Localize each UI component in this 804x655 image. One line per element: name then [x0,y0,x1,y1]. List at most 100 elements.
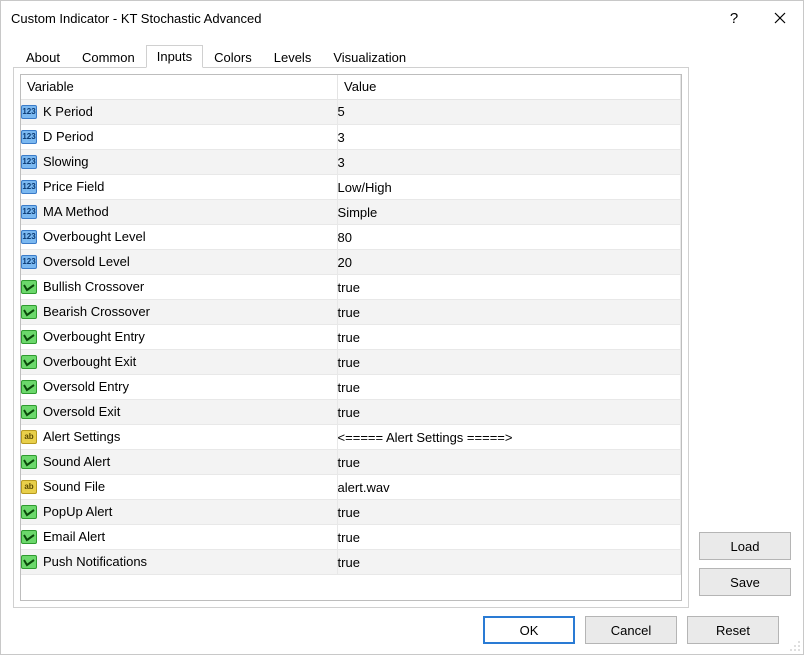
variable-name: Oversold Exit [43,404,120,419]
value-cell[interactable]: true [338,325,681,350]
table-row[interactable]: PopUp Alert true [21,500,681,525]
numeric-type-icon: 123 [21,180,37,194]
resize-grip-icon [787,638,801,652]
variable-cell[interactable]: Sound Alert [21,450,338,475]
value-cell[interactable]: true [338,400,681,425]
table-row[interactable]: Oversold Entry true [21,375,681,400]
variable-cell[interactable]: Email Alert [21,525,338,550]
tab-common[interactable]: Common [71,46,146,68]
reset-button[interactable]: Reset [687,616,779,644]
table-row[interactable]: Bullish Crossovertrue [21,275,681,300]
value-cell[interactable]: true [338,525,681,550]
ok-button[interactable]: OK [483,616,575,644]
numeric-type-icon: 123 [21,205,37,219]
value-cell[interactable]: <===== Alert Settings =====> [338,425,681,450]
value-cell[interactable]: 5 [338,99,681,125]
inputs-panel: Variable Value 123K Period5123D Period31… [13,67,689,608]
help-button[interactable]: ? [711,1,757,35]
client-area: AboutCommonInputsColorsLevelsVisualizati… [1,35,803,654]
value-cell[interactable]: 3 [338,125,681,150]
close-button[interactable] [757,1,803,35]
variable-cell[interactable]: 123D Period [21,125,338,150]
table-row[interactable]: 123Price FieldLow/High [21,175,681,200]
col-header-value[interactable]: Value [338,75,681,99]
variable-name: Slowing [43,154,89,169]
variable-cell[interactable]: 123Price Field [21,175,338,200]
value-cell[interactable]: alert.wav [338,475,681,500]
value-cell[interactable]: true [338,375,681,400]
resize-grip[interactable] [787,638,801,652]
value-cell[interactable]: Low/High [338,175,681,200]
variable-name: PopUp Alert [43,504,112,519]
variable-cell[interactable]: 123 MA Method [21,200,338,225]
variable-cell[interactable]: 123K Period [21,100,338,125]
value-cell[interactable]: 3 [338,150,681,175]
table-row[interactable]: Oversold Exit true [21,400,681,425]
variable-name: Oversold Level [43,254,130,269]
variable-name: Overbought Entry [43,329,145,344]
load-button[interactable]: Load [699,532,791,560]
table-row[interactable]: Email Alerttrue [21,525,681,550]
variable-name: Oversold Entry [43,379,129,394]
variable-cell[interactable]: 123 Overbought Level [21,225,338,250]
value-cell[interactable]: 80 [338,225,681,250]
variable-name: Sound Alert [43,454,110,469]
footer-buttons: OK Cancel Reset [13,608,791,644]
boolean-type-icon [21,530,37,544]
variable-cell[interactable]: Bullish Crossover [21,275,338,300]
tab-colors[interactable]: Colors [203,46,263,68]
tab-about[interactable]: About [15,46,71,68]
close-icon [774,12,786,24]
variable-name: D Period [43,129,94,144]
numeric-type-icon: 123 [21,230,37,244]
variable-name: MA Method [43,204,109,219]
col-header-variable[interactable]: Variable [21,75,338,99]
table-row[interactable]: abAlert Settings<===== Alert Settings ==… [21,425,681,450]
value-cell[interactable]: 20 [338,250,681,275]
cancel-button[interactable]: Cancel [585,616,677,644]
table-row[interactable]: Sound Alert true [21,450,681,475]
tab-inputs[interactable]: Inputs [146,45,203,68]
variable-cell[interactable]: abSound File [21,475,338,500]
inputs-grid[interactable]: Variable Value 123K Period5123D Period31… [20,74,682,601]
variable-cell[interactable]: 123Oversold Level [21,250,338,275]
variable-cell[interactable]: Overbought Exit [21,350,338,375]
table-row[interactable]: 123Oversold Level20 [21,250,681,275]
tabpanel-row: Variable Value 123K Period5123D Period31… [13,67,791,608]
table-row[interactable]: Overbought Exittrue [21,350,681,375]
value-cell[interactable]: true [338,450,681,475]
dialog-window: Custom Indicator - KT Stochastic Advance… [0,0,804,655]
table-row[interactable]: abSound Filealert.wav [21,475,681,500]
value-cell[interactable]: Simple [338,200,681,225]
tab-visualization[interactable]: Visualization [322,46,417,68]
variable-cell[interactable]: Push Notifications [21,550,338,575]
value-cell[interactable]: true [338,500,681,525]
variable-name: Overbought Level [43,229,146,244]
variable-cell[interactable]: Oversold Exit [21,400,338,425]
table-row[interactable]: 123K Period5 [21,99,681,125]
variable-cell[interactable]: 123Slowing [21,150,338,175]
table-row[interactable]: 123Slowing3 [21,150,681,175]
table-row[interactable]: 123 Overbought Level 80 [21,225,681,250]
boolean-type-icon [21,355,37,369]
table-row[interactable]: Bearish Crossovertrue [21,300,681,325]
boolean-type-icon [21,505,37,519]
tab-levels[interactable]: Levels [263,46,323,68]
table-row[interactable]: 123 MA Method Simple [21,200,681,225]
value-cell[interactable]: true [338,550,681,575]
value-cell[interactable]: true [338,300,681,325]
variable-cell[interactable]: Overbought Entry [21,325,338,350]
variable-cell[interactable]: Bearish Crossover [21,300,338,325]
table-row[interactable]: 123D Period3 [21,125,681,150]
variable-cell[interactable]: abAlert Settings [21,425,338,450]
boolean-type-icon [21,555,37,569]
value-cell[interactable]: true [338,350,681,375]
value-cell[interactable]: true [338,275,681,300]
save-button[interactable]: Save [699,568,791,596]
variable-cell[interactable]: PopUp Alert [21,500,338,525]
table-row[interactable]: Push Notificationstrue [21,550,681,575]
variable-cell[interactable]: Oversold Entry [21,375,338,400]
titlebar: Custom Indicator - KT Stochastic Advance… [1,1,803,35]
inputs-table: Variable Value 123K Period5123D Period31… [21,75,681,575]
table-row[interactable]: Overbought Entry true [21,325,681,350]
